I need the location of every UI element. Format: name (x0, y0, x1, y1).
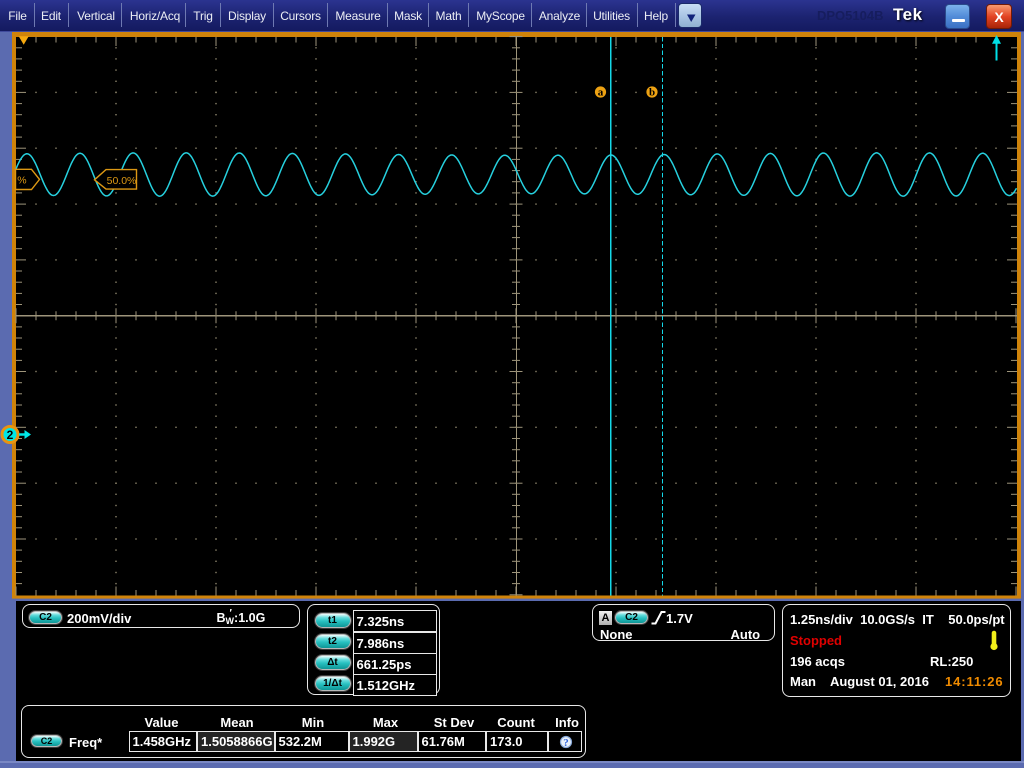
svg-text:%: % (17, 174, 26, 186)
svg-text:2: 2 (7, 428, 14, 442)
svg-text:50.0%: 50.0% (107, 175, 137, 187)
svg-text:a: a (598, 87, 604, 99)
svg-text:?: ? (563, 737, 569, 749)
svg-text:b: b (649, 87, 655, 99)
